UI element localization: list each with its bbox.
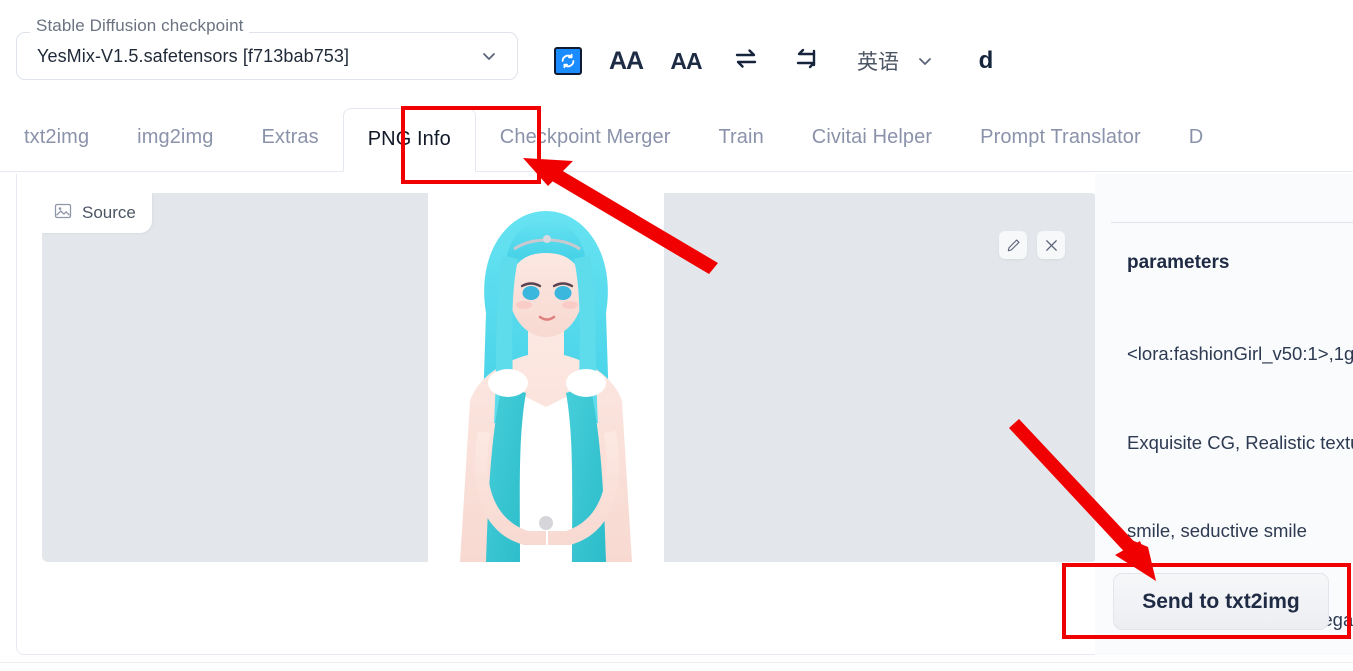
source-image-dropzone[interactable]	[42, 193, 1097, 562]
translator-toolbar: AA AA 英语 d	[540, 28, 1016, 94]
checkpoint-label: Stable Diffusion checkpoint	[30, 16, 250, 36]
font-size-large-button[interactable]: AA	[596, 28, 656, 94]
send-to-txt2img-button[interactable]: Send to txt2img	[1113, 573, 1329, 630]
tab-txt2img[interactable]: txt2img	[0, 104, 113, 172]
close-icon	[1045, 239, 1057, 251]
parameters-line: smile, seductive smile	[1127, 520, 1307, 541]
tab-train[interactable]: Train	[694, 104, 787, 172]
swap-direction-button[interactable]	[716, 28, 776, 94]
font-size-small-icon: AA	[670, 47, 702, 74]
top-bar: YesMix-V1.5.safetensors [f713bab753] Sta…	[0, 0, 1353, 104]
font-size-small-button[interactable]: AA	[656, 28, 716, 94]
language-selector[interactable]: 英语	[836, 28, 956, 94]
tab-prompt-translator[interactable]: Prompt Translator	[956, 104, 1165, 172]
pencil-icon	[1007, 239, 1019, 251]
reverse-arrows-icon	[792, 46, 820, 77]
image-placeholder-icon	[54, 202, 72, 225]
app-root: YesMix-V1.5.safetensors [f713bab753] Sta…	[0, 0, 1353, 671]
font-size-large-icon: AA	[608, 46, 644, 75]
dictionary-button[interactable]: d	[956, 28, 1016, 94]
tab-extras[interactable]: Extras	[237, 104, 342, 172]
parameters-line: <lora:fashionGirl_v50:1>,1gi	[1127, 343, 1353, 364]
panel-divider	[1111, 222, 1353, 223]
checkpoint-value: YesMix-V1.5.safetensors [f713bab753]	[37, 45, 350, 66]
checkpoint-selector[interactable]: YesMix-V1.5.safetensors [f713bab753] Sta…	[16, 16, 518, 80]
chevron-down-icon[interactable]	[479, 46, 499, 66]
source-chip-label: Source	[82, 203, 136, 222]
source-image-preview	[428, 193, 664, 562]
footer-divider	[0, 662, 1353, 663]
reverse-translate-button[interactable]	[776, 28, 836, 94]
refresh-sync-icon	[554, 47, 582, 75]
chevron-down-icon[interactable]	[915, 51, 935, 71]
image-action-buttons	[999, 231, 1065, 259]
parameters-line: Exquisite CG, Realistic textur	[1127, 431, 1353, 453]
checkpoint-dropdown[interactable]: YesMix-V1.5.safetensors [f713bab753]	[16, 32, 518, 80]
edit-image-button[interactable]	[999, 231, 1027, 259]
language-value: 英语	[857, 51, 899, 74]
swap-arrows-icon	[732, 46, 760, 77]
tab-civitai-helper[interactable]: Civitai Helper	[788, 104, 956, 172]
dictionary-icon: d	[978, 47, 994, 74]
tab-img2img[interactable]: img2img	[113, 104, 237, 172]
tab-png-info[interactable]: PNG Info	[342, 107, 476, 172]
clear-image-button[interactable]	[1037, 231, 1065, 259]
parameters-title: parameters	[1127, 252, 1230, 273]
sync-translate-toggle[interactable]	[540, 28, 596, 94]
source-chip[interactable]: Source	[42, 193, 152, 233]
tab-deforum[interactable]: D	[1165, 104, 1204, 172]
tab-checkpoint-merger[interactable]: Checkpoint Merger	[476, 104, 695, 172]
tab-bar: txt2img img2img Extras PNG Info Checkpoi…	[0, 104, 1353, 172]
